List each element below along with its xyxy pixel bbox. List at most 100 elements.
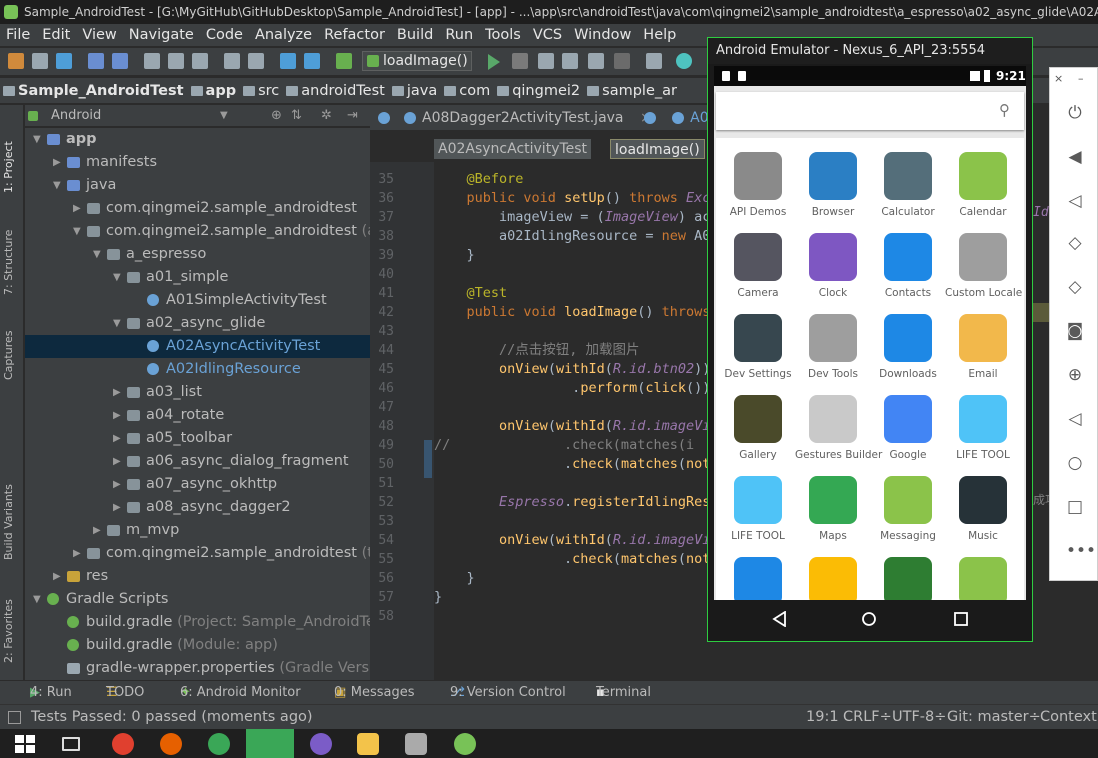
code-line[interactable]: Espresso.registerIdlingRes bbox=[434, 493, 708, 512]
tree-row[interactable]: ▶ com.qingmei2.sample_androidtest (test bbox=[25, 542, 370, 565]
tree-row[interactable]: A02AsyncActivityTest bbox=[25, 335, 370, 358]
chevron-right-icon[interactable]: ▶ bbox=[113, 381, 123, 404]
chevron-right-icon[interactable]: ▶ bbox=[73, 542, 83, 565]
app-launcher-icon[interactable]: Music bbox=[945, 468, 1021, 550]
home-nav-icon[interactable] bbox=[861, 611, 877, 627]
chevron-down-icon[interactable]: ▼ bbox=[53, 174, 63, 197]
context-indicator[interactable]: Context: bbox=[1040, 705, 1098, 729]
app-launcher-icon[interactable]: Calculator bbox=[870, 144, 946, 226]
task-view-icon[interactable] bbox=[62, 737, 80, 751]
back-icon[interactable] bbox=[280, 53, 296, 69]
app-launcher-icon[interactable] bbox=[720, 549, 796, 600]
menu-analyze[interactable]: Analyze bbox=[249, 24, 318, 46]
stop-icon[interactable] bbox=[614, 53, 630, 69]
sync-scroll-icon[interactable]: ⊕ bbox=[271, 105, 282, 127]
code-line[interactable]: @Test bbox=[434, 284, 508, 303]
firefox-icon[interactable] bbox=[160, 733, 182, 755]
tree-row[interactable]: ▼ a01_simple bbox=[25, 266, 370, 289]
tree-row[interactable]: gradle-wrapper.properties (Gradle Versio… bbox=[25, 657, 370, 680]
tree-row[interactable]: A01SimpleActivityTest bbox=[25, 289, 370, 312]
app-launcher-icon[interactable]: Dev Tools bbox=[795, 306, 871, 388]
cut-icon[interactable] bbox=[144, 53, 160, 69]
help-icon[interactable] bbox=[676, 53, 692, 69]
power-icon[interactable]: ⏻ bbox=[1066, 104, 1084, 122]
chevron-right-icon[interactable]: ▶ bbox=[93, 519, 103, 542]
sync-icon[interactable] bbox=[56, 53, 72, 69]
forward-icon[interactable] bbox=[304, 53, 320, 69]
chevron-right-icon[interactable]: ▶ bbox=[53, 565, 63, 588]
replace-icon[interactable] bbox=[248, 53, 264, 69]
chevron-down-icon[interactable]: ▼ bbox=[73, 220, 83, 243]
app-launcher-icon[interactable]: Clock bbox=[795, 225, 871, 307]
android-studio-task-icon[interactable] bbox=[246, 729, 294, 758]
search-icon[interactable]: ⚲ bbox=[999, 101, 1010, 119]
save-icon[interactable] bbox=[32, 53, 48, 69]
chevron-right-icon[interactable]: ▶ bbox=[113, 496, 123, 519]
menu-file[interactable]: File bbox=[0, 24, 36, 46]
tree-row[interactable]: ▶ a05_toolbar bbox=[25, 427, 370, 450]
menu-help[interactable]: Help bbox=[637, 24, 682, 46]
close-tab-icon[interactable]: × bbox=[636, 105, 656, 130]
redo-icon[interactable] bbox=[112, 53, 128, 69]
chevron-right-icon[interactable]: ▶ bbox=[113, 450, 123, 473]
debug-icon[interactable] bbox=[538, 53, 554, 69]
home-icon[interactable]: ○ bbox=[1066, 454, 1084, 472]
breadcrumb-item[interactable]: java bbox=[389, 78, 441, 104]
code-line[interactable]: .check(matches(not bbox=[434, 455, 708, 474]
breadcrumb-item[interactable]: com bbox=[441, 78, 494, 104]
app-launcher-icon[interactable]: Browser bbox=[795, 144, 871, 226]
menu-refactor[interactable]: Refactor bbox=[318, 24, 391, 46]
chevron-down-icon[interactable]: ▼ bbox=[113, 312, 123, 335]
app-launcher-icon[interactable]: LIFE TOOL bbox=[720, 468, 796, 550]
menu-tools[interactable]: Tools bbox=[479, 24, 527, 46]
app-launcher-icon[interactable]: Google bbox=[870, 387, 946, 469]
breadcrumb-item[interactable]: Sample_AndroidTest bbox=[0, 78, 188, 104]
caret-position[interactable]: 19:1 bbox=[806, 705, 839, 729]
menu-navigate[interactable]: Navigate bbox=[123, 24, 200, 46]
code-line[interactable]: a02IdlingResource = new A0 bbox=[434, 227, 708, 246]
tree-row[interactable]: ▶ res bbox=[25, 565, 370, 588]
tree-row[interactable]: ▶ a04_rotate bbox=[25, 404, 370, 427]
tree-row[interactable]: ▶ a07_async_okhttp bbox=[25, 473, 370, 496]
app-launcher-icon[interactable] bbox=[795, 549, 871, 600]
app-launcher-icon[interactable]: Messaging bbox=[870, 468, 946, 550]
file-encoding[interactable]: UTF-8÷ bbox=[892, 705, 946, 729]
code-line[interactable]: public void loadImage() throws bbox=[434, 303, 708, 322]
more-icon[interactable]: ••• bbox=[1066, 542, 1096, 560]
tree-row[interactable]: ▼ a02_async_glide bbox=[25, 312, 370, 335]
volume-up-icon[interactable]: ◀ bbox=[1066, 148, 1084, 166]
app-launcher-icon[interactable]: Downloads bbox=[870, 306, 946, 388]
close-icon[interactable]: × bbox=[1054, 72, 1063, 85]
undo-icon[interactable] bbox=[88, 53, 104, 69]
app-launcher-icon[interactable]: Maps bbox=[795, 468, 871, 550]
tab-project[interactable]: 1: Project bbox=[2, 113, 22, 193]
tree-row[interactable]: ▶ a03_list bbox=[25, 381, 370, 404]
chevron-down-icon[interactable]: ▼ bbox=[93, 243, 103, 266]
chevron-down-icon[interactable]: ▼ bbox=[33, 128, 43, 151]
status-toggle-icon[interactable] bbox=[8, 711, 21, 724]
app-launcher-icon[interactable]: API Demos bbox=[720, 144, 796, 226]
code-line[interactable]: } bbox=[434, 246, 475, 265]
breadcrumb-item[interactable]: app bbox=[188, 78, 241, 104]
app-launcher-icon[interactable]: Calendar bbox=[945, 144, 1021, 226]
apply-changes-icon[interactable] bbox=[512, 53, 528, 69]
breadcrumb-item[interactable]: androidTest bbox=[283, 78, 389, 104]
make-project-icon[interactable] bbox=[336, 53, 352, 69]
chevron-right-icon[interactable]: ▶ bbox=[113, 427, 123, 450]
emulator-title-bar[interactable]: Android Emulator - Nexus_6_API_23:5554 bbox=[708, 38, 1032, 64]
tab-a08dagger2activitytest[interactable]: A08Dagger2ActivityTest.java × bbox=[370, 105, 660, 130]
app-launcher-icon[interactable]: Custom Locale bbox=[945, 225, 1022, 307]
code-line[interactable]: // .check(matches(i bbox=[434, 436, 694, 455]
copy-icon[interactable] bbox=[168, 53, 184, 69]
app-launcher-icon[interactable]: Email bbox=[945, 306, 1021, 388]
tree-row[interactable]: ▶ m_mvp bbox=[25, 519, 370, 542]
attach-debugger-icon[interactable] bbox=[588, 53, 604, 69]
code-editor[interactable]: @Before public void setUp() throws Exc i… bbox=[434, 162, 708, 680]
chevron-right-icon[interactable]: ▶ bbox=[53, 151, 63, 174]
settings-gear-icon[interactable]: ✲ bbox=[321, 105, 332, 127]
app-launcher-icon[interactable]: LIFE TOOL bbox=[945, 387, 1021, 469]
tree-row[interactable]: build.gradle (Project: Sample_AndroidTes… bbox=[25, 611, 370, 634]
git-branch[interactable]: Git: master÷ bbox=[947, 705, 1041, 729]
code-line[interactable]: //点击按钮, 加载图片 bbox=[434, 341, 640, 360]
tree-row[interactable]: ▶ manifests bbox=[25, 151, 370, 174]
